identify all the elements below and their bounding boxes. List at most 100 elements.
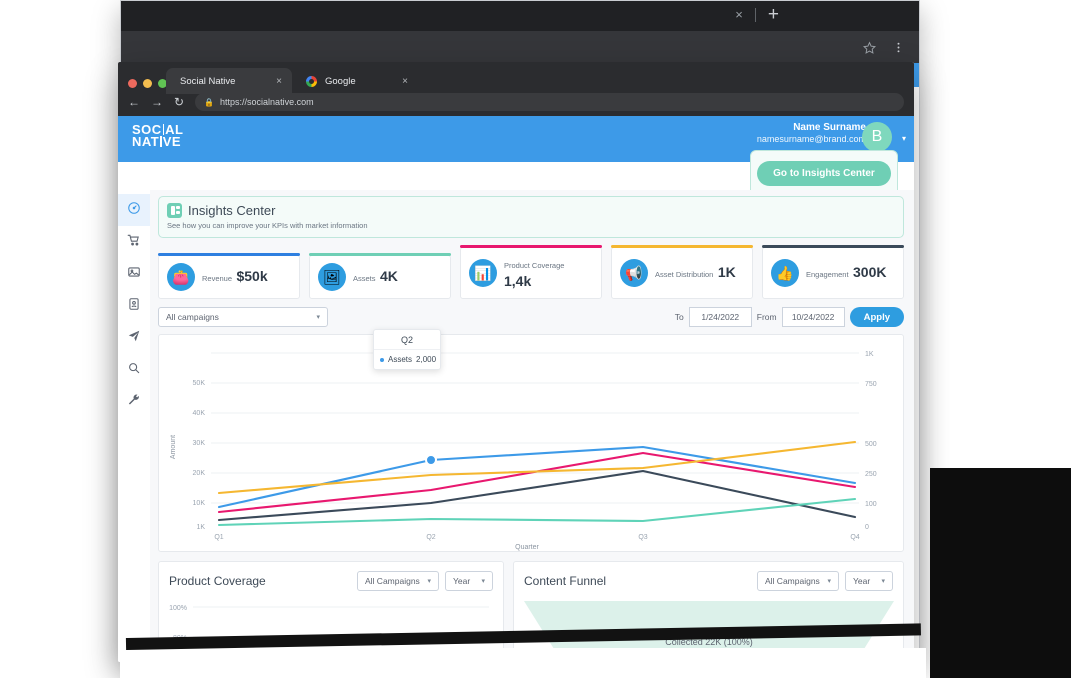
kpi-accent-bar [762,245,904,248]
tooltip-series-dot-icon [380,357,384,362]
svg-text:30K: 30K [193,440,206,447]
apply-button[interactable]: Apply [849,307,904,327]
tab-google[interactable]: Google × [292,68,418,94]
svg-text:Q4: Q4 [850,534,859,541]
svg-text:40K: 40K [193,410,206,417]
kpi-label: Assets [353,274,376,283]
paper-plane-icon [127,329,141,348]
to-date-input[interactable]: 1/24/2022 [688,307,752,327]
kpi-value: 300K [853,264,887,280]
kpi-label: Engagement [806,270,849,279]
chart-gridlines [211,352,859,504]
kpi-label: Revenue [202,274,233,283]
cta-strip: Go to Insights Center [118,150,914,196]
series-line-engagement [217,469,857,522]
kpi-accent-bar [611,245,753,248]
sidebar-item-contacts[interactable] [118,290,150,322]
sidebar-item-media[interactable] [118,258,150,290]
browser-toolbar: ← → ↻ 🔒 https://socialnative.com [128,92,904,112]
svg-text:250: 250 [865,471,877,478]
svg-text:1K: 1K [196,524,205,531]
new-tab-button[interactable]: + [768,5,779,24]
kpi-card-row: 👛 Revenue $50k 🖼 Assets 4K 📊 Product Cov… [158,245,904,299]
pc-campaign-dropdown[interactable]: All Campaigns ▾ [357,571,439,591]
chevron-down-icon[interactable]: ▾ [902,134,906,143]
from-date-input[interactable]: 10/24/2022 [781,307,845,327]
chevron-down-icon: ▾ [316,314,320,321]
star-icon[interactable] [863,40,876,54]
kpi-card-engagement[interactable]: 👍 Engagement 300K [762,245,904,299]
reload-button[interactable]: ↻ [174,96,184,108]
sidebar-item-commerce[interactable] [118,226,150,258]
sidebar-item-dashboard[interactable] [118,194,150,226]
user-email: namesurname@brand.com [756,134,866,144]
document-list-icon [167,203,182,218]
kpi-accent-bar [158,253,300,256]
chart-tooltip: Q2 Assets 2,000 [373,329,441,370]
svg-text:1K: 1K [865,351,874,358]
from-label: From [756,312,777,322]
close-window-button[interactable] [128,79,137,88]
panel-title: Content Funnel [524,574,607,588]
svg-text:100%: 100% [169,605,187,612]
tooltip-series-name: Assets [388,355,413,364]
corner-shadow-artifact [930,468,1071,678]
background-tab-close-icon[interactable]: × [735,7,743,22]
svg-text:500: 500 [865,441,877,448]
campaign-filter-value: All campaigns [166,312,219,322]
tooltip-header: Q2 [374,330,440,350]
chevron-down-icon: ▾ [827,578,831,585]
avatar[interactable]: B [862,122,892,152]
pc-period-value: Year [453,576,471,586]
svg-text:10K: 10K [193,500,206,507]
kebab-menu-icon[interactable] [892,41,905,54]
svg-text:20K: 20K [193,470,206,477]
tab-social-native[interactable]: Social Native × [166,68,292,94]
amount-by-quarter-chart: 50K 40K 30K 20K 10K 1K 1K 750 500 250 10… [158,329,904,552]
photo-icon: 🖼 [318,263,346,291]
cf-period-dropdown[interactable]: Year ▾ [845,571,893,591]
page-title: Insights Center [188,203,276,218]
svg-text:Q1: Q1 [214,534,223,541]
svg-text:750: 750 [865,381,877,388]
insights-center-banner: Insights Center See how you can improve … [158,196,904,238]
sidebar [118,190,150,662]
page-subtitle: See how you can improve your KPIs with m… [167,221,368,230]
browser-chrome: Social Native × Google × ← → ↻ 🔒 https:/… [118,62,914,116]
minimize-window-button[interactable] [143,79,152,88]
back-button[interactable]: ← [128,96,140,108]
pc-period-dropdown[interactable]: Year ▾ [445,571,493,591]
kpi-card-product-coverage[interactable]: 📊 Product Coverage 1,4k [460,245,602,299]
social-native-logo[interactable]: SOC AL NAT VE [132,123,184,149]
right-axis-ticks: 1K 750 500 250 100 0 [865,351,877,531]
forward-button[interactable]: → [151,96,163,108]
svg-text:100: 100 [865,501,877,508]
user-info[interactable]: Name Surname namesurname@brand.com [757,122,866,144]
kpi-card-assets[interactable]: 🖼 Assets 4K [309,253,451,299]
google-favicon-icon [306,75,317,87]
kpi-card-revenue[interactable]: 👛 Revenue $50k [158,253,300,299]
lock-icon: 🔒 [204,97,215,107]
kpi-card-asset-distribution[interactable]: 📢 Asset Distribution 1K [611,245,753,299]
content-funnel-panel: Content Funnel All Campaigns ▾ Year ▾ Co… [513,561,904,662]
chevron-down-icon: ▾ [427,578,431,585]
campaign-filter-dropdown[interactable]: All campaigns ▾ [158,307,328,327]
logo-text-d: VE [162,134,182,149]
x-axis-ticks: Q1 Q2 Q3 Q4 [214,534,859,541]
url-text: https://socialnative.com [220,97,314,107]
kpi-value: $50k [236,268,268,284]
kpi-accent-bar [460,245,602,248]
sidebar-item-search[interactable] [118,354,150,386]
cf-period-value: Year [853,576,871,586]
sidebar-item-send[interactable] [118,322,150,354]
tooltip-series-value: 2,000 [416,355,437,364]
go-to-insights-center-button[interactable]: Go to Insights Center [757,160,891,186]
tab-close-icon[interactable]: × [402,76,408,87]
tab-close-icon[interactable]: × [276,76,282,87]
address-bar[interactable]: 🔒 https://socialnative.com [195,93,904,111]
thumbs-up-icon: 👍 [771,259,799,287]
sidebar-item-tools[interactable] [118,386,150,418]
main-content: Insights Center See how you can improve … [150,190,914,662]
svg-text:Q2: Q2 [426,534,435,541]
cf-campaign-dropdown[interactable]: All Campaigns ▾ [757,571,839,591]
